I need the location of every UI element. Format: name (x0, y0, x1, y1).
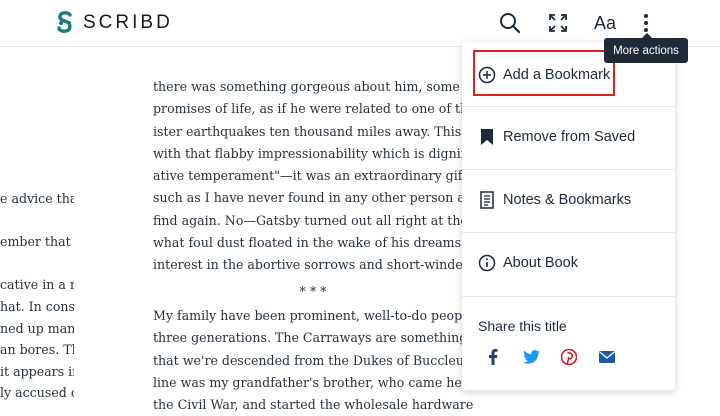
text-line: My family have been prominent, well-to-d… (153, 307, 473, 323)
text-line: the Civil War, and started the wholesale… (153, 397, 473, 413)
text-line: there was something gorgeous about him, … (153, 79, 473, 94)
text-line: with that flabby impressionability which… (153, 145, 473, 161)
text-line: cative in a re- (0, 277, 74, 293)
text-line: ly accused of (0, 385, 74, 401)
remove-from-saved-item[interactable]: Remove from Saved (462, 106, 675, 168)
notes-bookmarks-label: Notes & Bookmarks (503, 192, 632, 208)
text-line: three generations. The Carraways are som… (153, 330, 473, 346)
section-break: * * * (299, 283, 327, 299)
text-line: interest in the abortive sorrows and sho… (153, 257, 473, 273)
text-line: ister earthquakes ten thousand miles awa… (153, 123, 473, 139)
scribd-logo-icon (57, 11, 72, 33)
about-book-label: About Book (503, 255, 578, 271)
text-line: ember that all (0, 234, 74, 250)
search-button[interactable] (497, 10, 523, 36)
more-actions-menu: Add a Bookmark Remove from Saved Notes &… (462, 42, 675, 390)
text-line (0, 210, 74, 232)
previous-page-text: e advice that ember that all cative in a r… (0, 188, 74, 404)
text-line: it appears in (0, 363, 74, 379)
fullscreen-button[interactable] (545, 10, 571, 36)
text-line: line was my grandfather's brother, who c… (153, 374, 473, 390)
text-line: that we're descended from the Dukes of B… (153, 352, 473, 368)
text-line: ative temperament"—it was an extraordina… (153, 168, 473, 184)
twitter-icon[interactable] (522, 348, 540, 366)
text-line: such as I have never found in any other … (153, 190, 473, 206)
search-icon (500, 13, 521, 34)
text-line: what foul dust floated in the wake of hi… (153, 235, 473, 251)
plus-circle-icon (477, 65, 497, 85)
menu-divider (462, 296, 675, 297)
scribd-logo[interactable]: SCRIBD (55, 10, 173, 36)
remove-from-saved-label: Remove from Saved (503, 129, 636, 145)
text-line: ned up many (0, 320, 74, 336)
facebook-icon[interactable] (484, 348, 502, 366)
text-line: hat. In conse- (0, 298, 74, 314)
expand-icon (549, 14, 567, 32)
notes-bookmarks-item[interactable]: Notes & Bookmarks (462, 169, 675, 231)
add-bookmark-label: Add a Bookmark (503, 67, 611, 83)
share-title: Share this title (478, 318, 567, 334)
logo-text: SCRIBD (83, 12, 173, 33)
text-line (0, 253, 74, 275)
text-line: e advice that (0, 191, 74, 206)
share-icons (484, 348, 616, 366)
more-vertical-icon (644, 14, 648, 32)
pinterest-icon[interactable] (560, 348, 578, 366)
font-settings-button[interactable]: Aa (592, 10, 618, 36)
text-line: find again. No—Gatsby turned out all rig… (153, 212, 473, 228)
font-size-label: Aa (593, 12, 617, 33)
text-line: an bores. The (0, 342, 74, 358)
bookmark-filled-icon (477, 127, 497, 147)
info-circle-icon (477, 253, 497, 273)
email-icon[interactable] (598, 348, 616, 366)
more-actions-tooltip: More actions (604, 33, 688, 63)
about-book-item[interactable]: About Book (462, 232, 675, 294)
text-line: promises of life, as if he were related … (153, 101, 473, 117)
page-text: there was something gorgeous about him, … (153, 76, 473, 416)
document-icon (477, 190, 497, 210)
